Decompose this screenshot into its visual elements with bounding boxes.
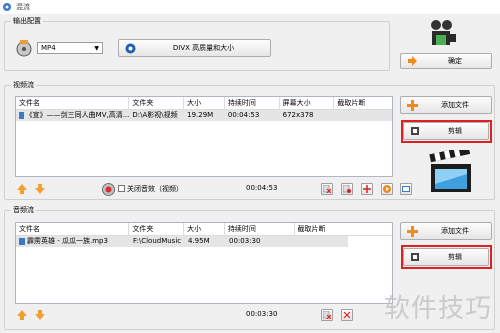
column-header-clip[interactable]: 截取片断 bbox=[334, 97, 392, 109]
video-split-button[interactable] bbox=[361, 183, 373, 195]
column-header-duration[interactable]: 持续时间 bbox=[225, 223, 295, 235]
column-header-folder[interactable]: 文件夹 bbox=[129, 97, 185, 109]
file-row-screen-size: 672x378 bbox=[282, 111, 314, 119]
video-add-file-button[interactable]: 添加文件 bbox=[400, 96, 492, 114]
quality-button-label: DIVX 高质量和大小 bbox=[172, 44, 235, 52]
mute-checkbox-label: 关闭音效（视频） bbox=[127, 185, 183, 193]
video-list-header: 文件名 文件夹 大小 持续时间 屏幕大小 截取片断 bbox=[16, 97, 392, 110]
audio-total-time: 00:03:30 bbox=[246, 310, 278, 318]
audio-move-down-icon[interactable] bbox=[34, 309, 46, 321]
video-file-list[interactable]: 文件名 文件夹 大小 持续时间 屏幕大小 截取片断 《宣》——剑三同人曲MV,高… bbox=[15, 96, 393, 177]
video-file-icon bbox=[19, 112, 24, 119]
video-stream-label: 视频流 bbox=[11, 81, 36, 90]
column-header-filename[interactable]: 文件名 bbox=[16, 97, 130, 109]
video-move-down-icon[interactable] bbox=[34, 183, 46, 195]
file-row-folder: D:\A影视\视频 bbox=[132, 111, 178, 119]
audio-file-list[interactable]: 文件名 文件夹 大小 持续时间 截取片断 霹雳英雄 - 瓜瓜一族.mp3 F:\… bbox=[15, 222, 393, 304]
quality-button[interactable]: DIVX 高质量和大小 bbox=[118, 39, 271, 57]
table-row[interactable]: 霹雳英雄 - 瓜瓜一族.mp3 F:\CloudMusic 4.95M 00:0… bbox=[16, 236, 348, 247]
audio-edit-highlight bbox=[401, 245, 492, 269]
audio-add-file-label: 添加文件 bbox=[441, 227, 469, 235]
column-header-filename[interactable]: 文件名 bbox=[16, 223, 130, 235]
watermark-text: 软件技巧 bbox=[383, 294, 492, 324]
file-row-name: 《宣》——剑三同人曲MV,高清... bbox=[16, 110, 129, 121]
divx-icon bbox=[123, 41, 137, 55]
file-row-name: 霹雳英雄 - 瓜瓜一族.mp3 bbox=[16, 236, 130, 247]
audio-move-up-icon[interactable] bbox=[16, 309, 28, 321]
audio-file-icon bbox=[19, 238, 25, 245]
column-header-duration[interactable]: 持续时间 bbox=[225, 97, 280, 109]
file-row-clip bbox=[296, 236, 348, 247]
column-header-size[interactable]: 大小 bbox=[184, 97, 225, 109]
window-title: 混流 bbox=[16, 3, 30, 11]
file-row-duration: 00:04:53 bbox=[227, 111, 260, 119]
video-move-up-icon[interactable] bbox=[16, 183, 28, 195]
ok-button[interactable]: 确定 bbox=[400, 53, 492, 69]
file-row-size: 4.95M bbox=[188, 237, 210, 245]
output-config-label: 输出配置 bbox=[11, 17, 43, 26]
video-properties-button[interactable] bbox=[341, 183, 353, 195]
video-add-file-label: 添加文件 bbox=[441, 101, 469, 109]
format-icon bbox=[14, 38, 34, 58]
add-icon bbox=[405, 224, 419, 238]
audio-stream-label: 音频流 bbox=[11, 206, 36, 215]
video-film-icon bbox=[428, 17, 458, 49]
video-edit-highlight bbox=[401, 120, 492, 143]
file-row-clip bbox=[334, 110, 392, 121]
add-icon bbox=[405, 98, 419, 112]
video-remove-button[interactable] bbox=[321, 183, 333, 195]
format-select-value: MP4 bbox=[41, 44, 56, 52]
audio-properties-button[interactable] bbox=[341, 309, 353, 321]
audio-remove-button[interactable] bbox=[321, 309, 333, 321]
app-icon bbox=[3, 3, 11, 11]
video-play-button[interactable] bbox=[381, 183, 393, 195]
table-row[interactable]: 《宣》——剑三同人曲MV,高清... D:\A影视\视频 19.29M 00:0… bbox=[16, 110, 392, 121]
format-select[interactable]: MP4 ▼ bbox=[37, 42, 103, 54]
file-row-folder: F:\CloudMusic bbox=[133, 237, 182, 245]
mute-checkbox[interactable] bbox=[118, 185, 125, 192]
column-header-size[interactable]: 大小 bbox=[184, 223, 225, 235]
audio-list-header: 文件名 文件夹 大小 持续时间 截取片断 bbox=[16, 223, 392, 236]
column-header-screen-size[interactable]: 屏幕大小 bbox=[280, 97, 335, 109]
audio-add-file-button[interactable]: 添加文件 bbox=[400, 222, 492, 240]
file-row-size: 19.29M bbox=[187, 111, 214, 119]
column-header-clip[interactable]: 截取片断 bbox=[295, 223, 392, 235]
clapperboard-icon bbox=[428, 150, 474, 194]
mute-icon bbox=[101, 182, 115, 196]
file-row-duration: 00:03:30 bbox=[229, 237, 261, 245]
column-header-folder[interactable]: 文件夹 bbox=[129, 223, 185, 235]
chevron-down-icon: ▼ bbox=[94, 44, 99, 52]
arrow-right-icon bbox=[405, 54, 419, 68]
video-total-time: 00:04:53 bbox=[246, 184, 278, 192]
title-bar: 混流 bbox=[0, 0, 500, 14]
video-settings-button[interactable] bbox=[400, 183, 412, 195]
ok-button-label: 确定 bbox=[448, 57, 462, 65]
